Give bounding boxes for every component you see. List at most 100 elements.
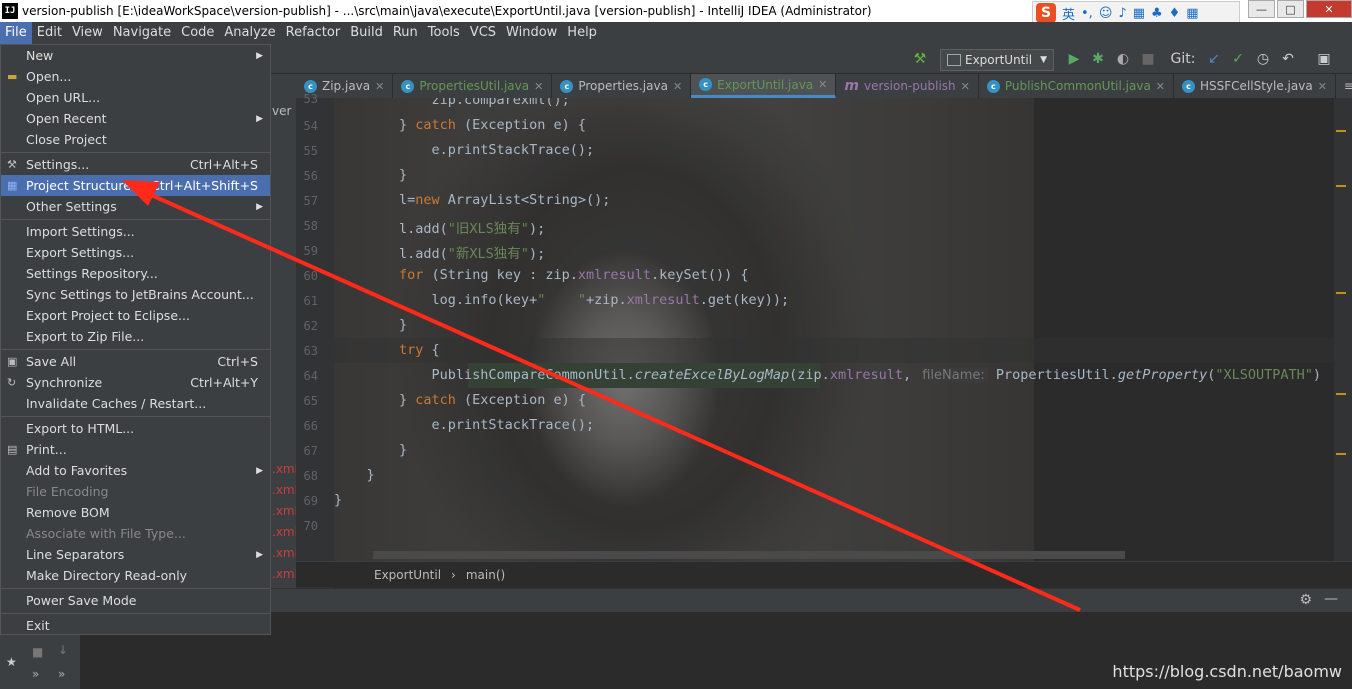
menu-view[interactable]: View xyxy=(67,22,108,44)
favorites-star-icon[interactable]: ★ xyxy=(6,655,17,669)
menu-tools[interactable]: Tools xyxy=(423,22,465,44)
breadcrumb-class[interactable]: ExportUntil xyxy=(374,568,441,582)
emoji-icon[interactable]: ☺ xyxy=(1099,6,1113,21)
menu-item-other-settings[interactable]: Other Settings ▶ xyxy=(1,196,270,217)
grid-menu-icon[interactable]: ▦ xyxy=(1186,6,1198,21)
menu-file[interactable]: File xyxy=(0,22,32,44)
menu-navigate[interactable]: Navigate xyxy=(108,22,176,44)
sogou-ime-icon[interactable]: S xyxy=(1036,3,1056,23)
menu-analyze[interactable]: Analyze xyxy=(219,22,280,44)
close-tab-icon[interactable]: ✕ xyxy=(818,78,827,91)
menu-item-invalidate-caches[interactable]: Invalidate Caches / Restart... xyxy=(1,393,270,414)
tab-exportuntil-java[interactable]: c ExportUntil.java ✕ xyxy=(691,74,837,98)
debug-icon[interactable]: ✱ xyxy=(1090,51,1106,67)
menu-item-exit[interactable]: Exit xyxy=(1,615,270,636)
menu-item-open-url[interactable]: Open URL... xyxy=(1,87,270,108)
xml-file-item[interactable]: .xml xyxy=(272,546,298,560)
xml-file-item[interactable]: .xml xyxy=(272,504,298,518)
menu-item-print[interactable]: ▤ Print... xyxy=(1,439,270,460)
menu-item-synchronize[interactable]: ↻ Synchronize Ctrl+Alt+Y xyxy=(1,372,270,393)
menu-item-export-eclipse[interactable]: Export Project to Eclipse... xyxy=(1,305,270,326)
menu-build[interactable]: Build xyxy=(345,22,388,44)
project-tree-item[interactable]: ver xyxy=(272,104,291,118)
gear-icon[interactable]: ⚙ xyxy=(1299,592,1312,608)
run-configuration-select[interactable]: ExportUntil ▼ xyxy=(940,49,1054,71)
expand-icon[interactable]: » xyxy=(58,667,65,681)
close-tab-icon[interactable]: ✕ xyxy=(961,80,970,93)
menu-help[interactable]: Help xyxy=(562,22,602,44)
user-icon[interactable]: ♣ xyxy=(1151,6,1163,21)
microphone-icon[interactable]: ♪ xyxy=(1118,6,1126,21)
menu-item-open[interactable]: ▬ Open... xyxy=(1,66,270,87)
breadcrumb-method[interactable]: main() xyxy=(466,568,505,582)
xml-file-item[interactable]: .xml xyxy=(272,525,298,539)
xml-file-item[interactable]: .xml xyxy=(272,567,298,581)
menu-window[interactable]: Window xyxy=(501,22,562,44)
menu-item-remove-bom[interactable]: Remove BOM xyxy=(1,502,270,523)
menu-item-save-all[interactable]: ▣ Save All Ctrl+S xyxy=(1,351,270,372)
menu-item-open-recent[interactable]: Open Recent ▶ xyxy=(1,108,270,129)
close-tab-icon[interactable]: ✕ xyxy=(534,80,543,93)
project-structure-toolbar-icon[interactable]: ▣ xyxy=(1316,51,1332,67)
menu-separator xyxy=(1,588,270,589)
menu-item-export-settings[interactable]: Export Settings... xyxy=(1,242,270,263)
menu-item-line-separators[interactable]: Line Separators ▶ xyxy=(1,544,270,565)
menu-item-settings-repository[interactable]: Settings Repository... xyxy=(1,263,270,284)
menu-separator xyxy=(1,219,270,220)
warning-marker[interactable] xyxy=(1336,130,1346,132)
menu-refactor[interactable]: Refactor xyxy=(281,22,346,44)
menu-item-export-zip[interactable]: Export to Zip File... xyxy=(1,326,270,347)
close-window-button[interactable]: ✕ xyxy=(1306,0,1352,18)
tab-propertiesutil-java[interactable]: c PropertiesUtil.java ✕ xyxy=(393,74,553,98)
menu-item-sync-settings[interactable]: Sync Settings to JetBrains Account... xyxy=(1,284,270,305)
horizontal-scrollbar[interactable] xyxy=(373,551,1125,559)
menu-item-close-project[interactable]: Close Project xyxy=(1,129,270,150)
history-icon[interactable]: ◷ xyxy=(1255,51,1271,67)
coverage-icon[interactable]: ◐ xyxy=(1115,51,1131,67)
menu-code[interactable]: Code xyxy=(176,22,219,44)
warning-marker[interactable] xyxy=(1336,185,1346,187)
build-hammer-icon[interactable]: ⚒ xyxy=(912,51,928,67)
menu-item-settings[interactable]: ⚒ Settings... Ctrl+Alt+S xyxy=(1,154,270,175)
menu-item-import-settings[interactable]: Import Settings... xyxy=(1,221,270,242)
close-tab-icon[interactable]: ✕ xyxy=(375,80,384,93)
hide-panel-icon[interactable]: — xyxy=(1324,591,1338,607)
warning-marker[interactable] xyxy=(1336,292,1346,294)
keyboard-icon[interactable]: ▦ xyxy=(1133,6,1145,21)
menu-run[interactable]: Run xyxy=(388,22,423,44)
tab-properties-java[interactable]: c Properties.java ✕ xyxy=(552,74,692,98)
warning-marker[interactable] xyxy=(1336,453,1346,455)
expand-icon[interactable]: » xyxy=(32,667,39,681)
tab-version-publish[interactable]: m version-publish ✕ xyxy=(836,74,979,98)
skin-icon[interactable]: ♦ xyxy=(1169,6,1181,21)
ime-mode-indicator[interactable]: 英 xyxy=(1062,4,1075,23)
stop-icon[interactable]: ■ xyxy=(32,645,43,659)
xml-file-item[interactable]: .xml xyxy=(272,483,298,497)
close-tab-icon[interactable]: ✕ xyxy=(673,80,682,93)
maximize-button[interactable]: □ xyxy=(1277,0,1304,18)
close-tab-icon[interactable]: ✕ xyxy=(1156,80,1165,93)
tab-overflow-button[interactable]: ≡2 xyxy=(1336,74,1352,98)
punctuation-icon[interactable]: •, xyxy=(1081,6,1093,21)
menu-item-add-favorites[interactable]: Add to Favorites ▶ xyxy=(1,460,270,481)
revert-icon[interactable]: ↶ xyxy=(1280,51,1296,67)
menu-item-power-save[interactable]: Power Save Mode xyxy=(1,590,270,611)
menu-edit[interactable]: Edit xyxy=(32,22,67,44)
vcs-update-icon[interactable]: ↙ xyxy=(1206,51,1222,67)
close-tab-icon[interactable]: ✕ xyxy=(1318,80,1327,93)
minimize-button[interactable]: — xyxy=(1248,0,1275,18)
stop-icon[interactable]: ■ xyxy=(1140,51,1156,67)
tab-hssfcellstyle-java[interactable]: c HSSFCellStyle.java ✕ xyxy=(1174,74,1336,98)
warning-marker[interactable] xyxy=(1336,393,1346,395)
vcs-commit-icon[interactable]: ✓ xyxy=(1230,51,1246,67)
xml-file-item[interactable]: .xml xyxy=(272,462,298,476)
menu-item-project-structure[interactable]: ▦ Project Structure... Ctrl+Alt+Shift+S xyxy=(1,175,270,196)
menu-item-make-read-only[interactable]: Make Directory Read-only xyxy=(1,565,270,586)
menu-item-new[interactable]: New ▶ xyxy=(1,45,270,66)
menu-item-export-html[interactable]: Export to HTML... xyxy=(1,418,270,439)
tab-publishcommonutil-java[interactable]: c PublishCommonUtil.java ✕ xyxy=(979,74,1175,98)
run-icon[interactable]: ▶ xyxy=(1066,51,1082,67)
code-editor[interactable]: zip.comparexml(); } catch (Exception e) … xyxy=(334,98,1334,561)
menu-vcs[interactable]: VCS xyxy=(465,22,501,44)
arrow-down-icon[interactable]: ↓ xyxy=(58,643,68,657)
